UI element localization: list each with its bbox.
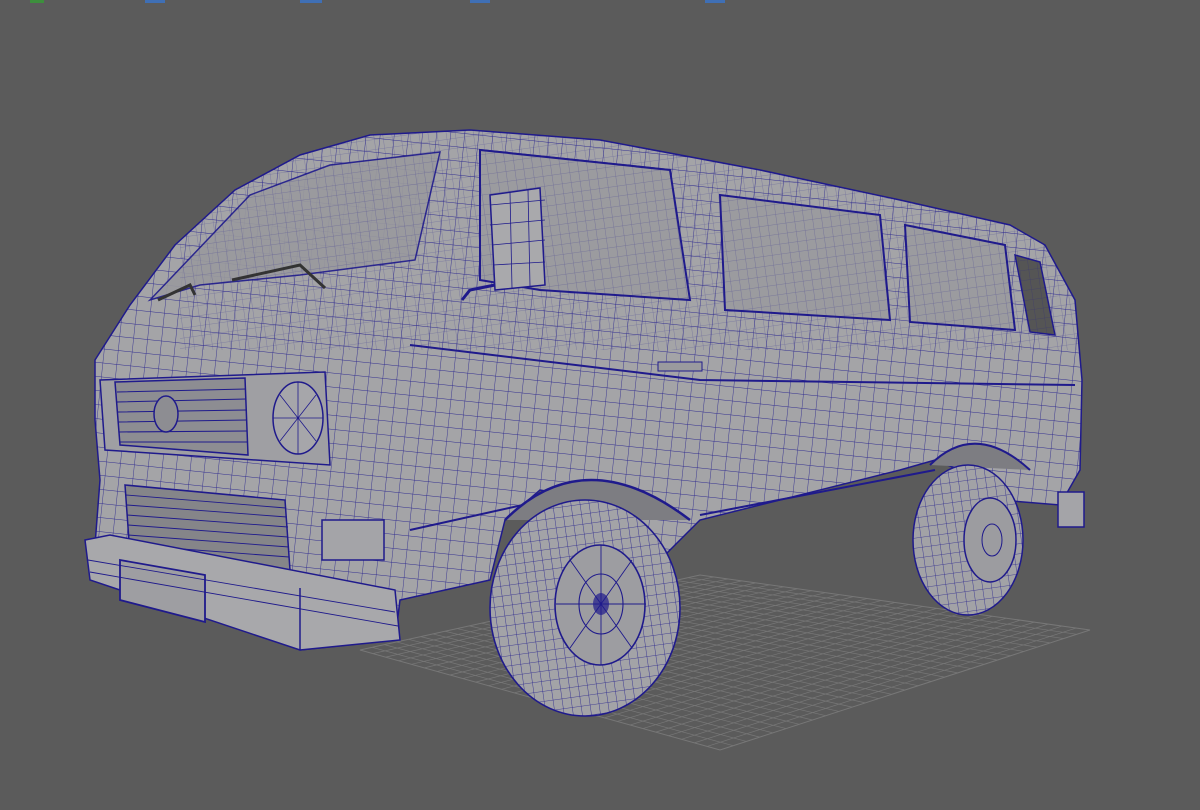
rear-bumper-end <box>1057 491 1085 528</box>
ground-grid-line <box>655 619 1021 733</box>
rear-hubcap <box>963 497 1017 583</box>
side-badge <box>657 361 703 372</box>
side-mirror <box>489 187 546 291</box>
viewport-3d[interactable] <box>0 0 1200 810</box>
front-emblem <box>153 395 179 433</box>
turn-signal <box>321 519 385 561</box>
ground-grid-line <box>694 625 1063 744</box>
scene-canvas[interactable] <box>0 0 1200 810</box>
ground-grid-line <box>642 617 1007 729</box>
ground-grid-line <box>707 627 1077 747</box>
